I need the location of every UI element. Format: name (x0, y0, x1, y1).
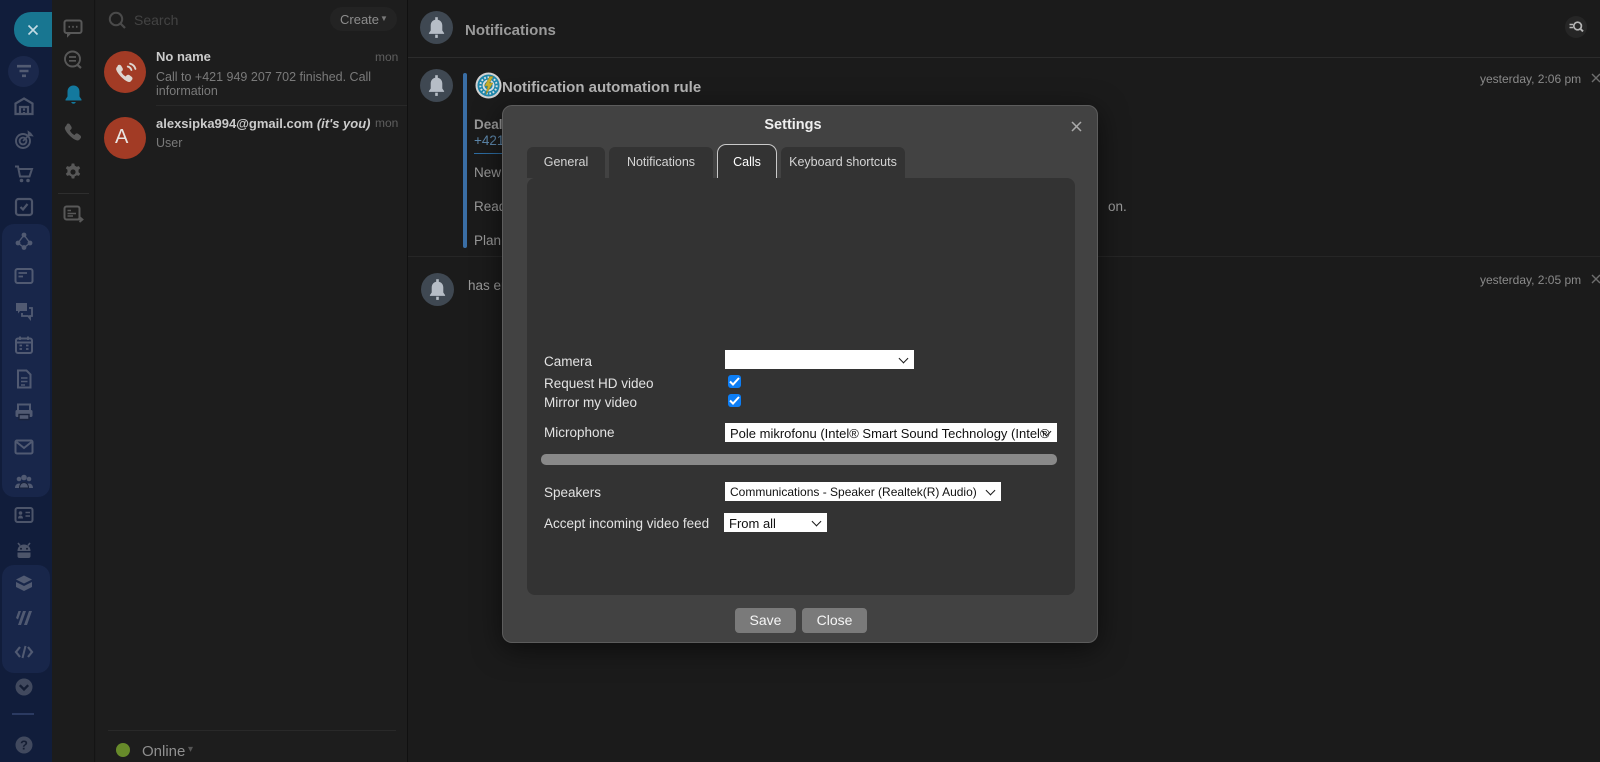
svg-text:?: ? (20, 738, 28, 753)
